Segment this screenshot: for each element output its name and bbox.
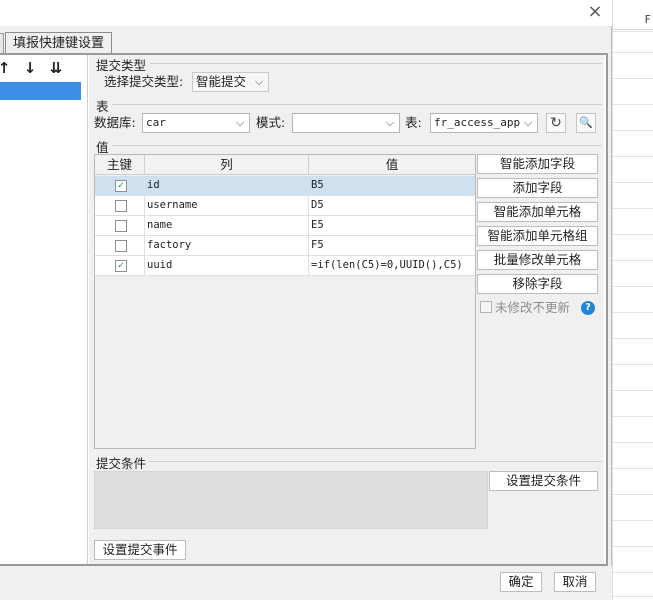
remove-field-button[interactable]: 移除字段 xyxy=(477,274,598,294)
table-header: 主键 列 值 xyxy=(95,155,475,175)
chevron-down-icon: ⌵ xyxy=(235,116,245,129)
ok-button[interactable]: 确定 xyxy=(500,572,542,592)
value-cell[interactable]: D5 xyxy=(309,196,475,216)
primary-key-cell xyxy=(95,216,145,236)
table-label: 表: xyxy=(405,115,422,130)
chevron-down-icon: ⌵ xyxy=(385,116,395,129)
add-field-button[interactable]: 添加字段 xyxy=(477,178,598,198)
submit-type-label: 选择提交类型: xyxy=(104,74,184,89)
group-label-submit-condition: 提交条件 xyxy=(96,453,149,472)
submit-type-value: 智能提交 xyxy=(196,74,247,89)
list-item-selected[interactable] xyxy=(0,82,81,100)
primary-key-cell xyxy=(95,196,145,216)
database-select[interactable]: car ⌵ xyxy=(142,113,250,133)
group-separator xyxy=(150,63,602,64)
primary-key-cell xyxy=(95,236,145,256)
smart-add-fields-button[interactable]: 智能添加字段 xyxy=(477,154,598,174)
submit-type-select[interactable]: 智能提交 ⌵ xyxy=(192,72,269,92)
primary-key-cell: ✓ xyxy=(95,176,145,196)
smart-add-cell-group-button[interactable]: 智能添加单元格组 xyxy=(477,226,598,246)
sort-icon[interactable]: ⇊ xyxy=(47,59,65,77)
unchanged-no-update-option[interactable]: 未修改不更新 xyxy=(480,300,570,316)
table-row[interactable]: username D5 xyxy=(95,196,475,216)
table-row[interactable]: factory F5 xyxy=(95,236,475,256)
group-separator xyxy=(112,145,602,146)
chevron-down-icon: ⌵ xyxy=(254,75,264,88)
primary-key-checkbox[interactable] xyxy=(115,240,127,252)
set-submit-condition-button[interactable]: 设置提交条件 xyxy=(489,471,598,491)
dialog-footer: 确定 取消 xyxy=(0,566,612,600)
move-up-icon[interactable]: ↑ xyxy=(0,59,13,77)
field-mapping-table: 主键 列 值 ✓ id B5 username D5 name E5 facto… xyxy=(94,154,476,449)
mode-label: 模式: xyxy=(256,115,286,130)
primary-key-cell: ✓ xyxy=(95,256,145,276)
preview-table-icon[interactable]: 🔍 xyxy=(576,113,596,133)
table-value: fr_access_app xyxy=(434,116,521,129)
value-cell[interactable]: E5 xyxy=(309,216,475,236)
primary-key-checkbox[interactable] xyxy=(115,220,127,232)
refresh-icon[interactable]: ↻ xyxy=(546,113,566,133)
set-submit-event-button[interactable]: 设置提交事件 xyxy=(94,540,186,560)
table-row[interactable]: ✓ id B5 xyxy=(95,176,475,196)
tab-strip: 填报快捷键设置 xyxy=(0,30,612,55)
close-icon[interactable]: × xyxy=(585,3,605,23)
tab-previous[interactable] xyxy=(0,33,4,54)
primary-key-checkbox[interactable]: ✓ xyxy=(115,260,127,272)
column-cell[interactable]: factory xyxy=(145,236,309,256)
value-cell[interactable]: =if(len(C5)=0,UUID(),C5) xyxy=(309,256,475,276)
table-row[interactable]: name E5 xyxy=(95,216,475,236)
unchanged-no-update-label: 未修改不更新 xyxy=(495,300,571,315)
column-cell[interactable]: uuid xyxy=(145,256,309,276)
column-cell[interactable]: id xyxy=(145,176,309,196)
primary-key-checkbox[interactable]: ✓ xyxy=(115,180,127,192)
batch-modify-cells-button[interactable]: 批量修改单元格 xyxy=(477,250,598,270)
table-row[interactable]: ✓ uuid =if(len(C5)=0,UUID(),C5) xyxy=(95,256,475,276)
dialog-titlebar: × xyxy=(0,0,612,26)
column-cell[interactable]: name xyxy=(145,216,309,236)
mode-select[interactable]: ⌵ xyxy=(292,113,400,133)
group-separator xyxy=(148,461,602,462)
value-cell[interactable]: F5 xyxy=(309,236,475,256)
spreadsheet-column-header: F xyxy=(612,10,653,30)
primary-key-checkbox[interactable] xyxy=(115,200,127,212)
database-value: car xyxy=(146,116,166,129)
left-list-panel: ↑ ↓ ⇊ xyxy=(0,55,88,564)
tab-fill-shortcut-settings[interactable]: 填报快捷键设置 xyxy=(5,32,113,54)
help-icon[interactable]: ? xyxy=(581,301,595,315)
column-cell[interactable]: username xyxy=(145,196,309,216)
submit-settings-dialog: × 填报快捷键设置 ↑ ↓ ⇊ 提交类型 选择提交类型: 智能提交 ⌵ 表 数据… xyxy=(0,0,612,600)
submit-condition-display xyxy=(94,471,488,529)
value-cell[interactable]: B5 xyxy=(309,176,475,196)
move-down-icon[interactable]: ↓ xyxy=(21,59,39,77)
unchanged-no-update-checkbox[interactable] xyxy=(480,301,492,313)
chevron-down-icon: ⌵ xyxy=(523,116,533,129)
cancel-button[interactable]: 取消 xyxy=(554,572,596,592)
column-header-primary-key[interactable]: 主键 xyxy=(95,155,145,175)
group-separator xyxy=(112,104,602,105)
database-label: 数据库: xyxy=(94,115,136,130)
table-select[interactable]: fr_access_app ⌵ xyxy=(430,113,538,133)
column-header-value[interactable]: 值 xyxy=(309,155,475,175)
smart-add-cells-button[interactable]: 智能添加单元格 xyxy=(477,202,598,222)
column-header-column[interactable]: 列 xyxy=(145,155,309,175)
spreadsheet-background xyxy=(612,0,653,600)
